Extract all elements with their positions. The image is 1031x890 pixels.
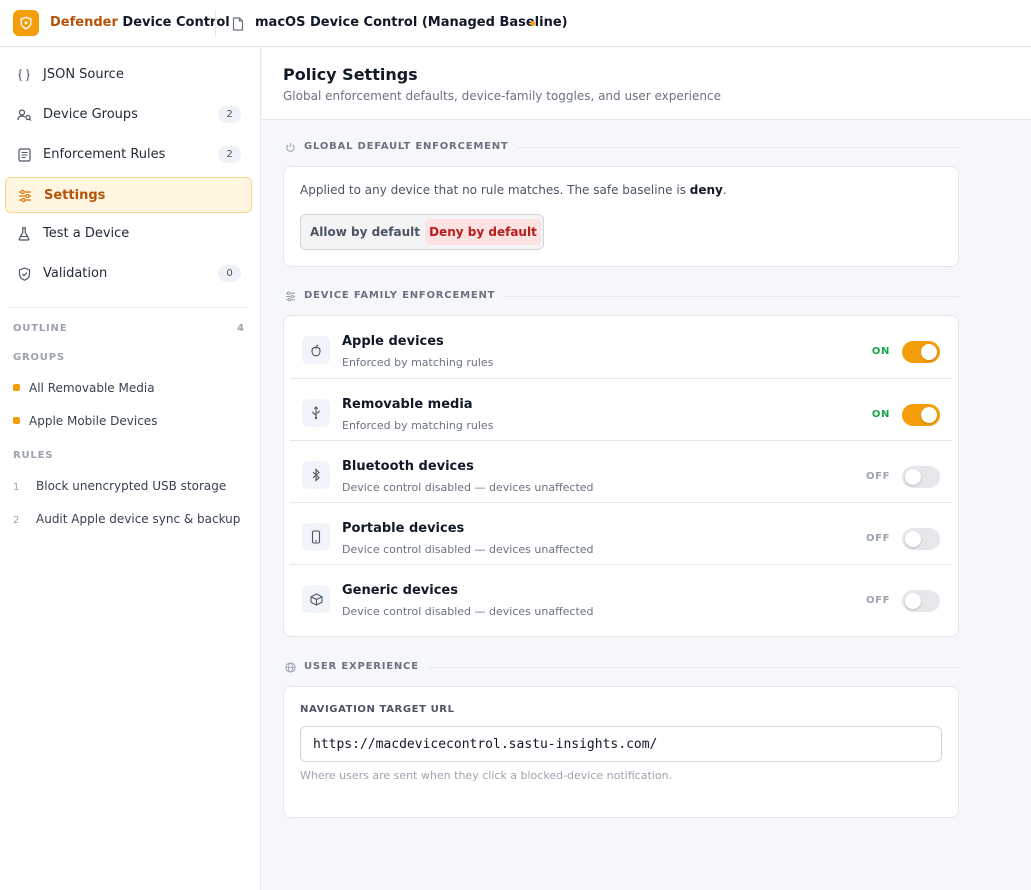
count-badge: 0: [218, 265, 241, 282]
top-bar: Defender Device Control macOS Device Con…: [0, 0, 1031, 47]
apple-icon: [302, 336, 330, 364]
app-brand: Defender Device Control: [50, 15, 230, 30]
outline-heading: OUTLINE: [13, 323, 68, 334]
flask-icon: [16, 226, 32, 242]
outline-group-item[interactable]: All Removable Media: [13, 381, 155, 395]
section-rule: [483, 147, 959, 148]
sidebar: JSON Source Device Groups 2 Enforcement …: [0, 48, 261, 890]
bluetooth-devices-toggle[interactable]: [902, 466, 940, 488]
sidebar-item-enforcement-rules[interactable]: Enforcement Rules 2: [5, 137, 252, 173]
phone-icon: [302, 523, 330, 551]
navigation-url-input[interactable]: [300, 726, 942, 762]
outline-group-item[interactable]: Apple Mobile Devices: [13, 414, 157, 428]
users-search-icon: [16, 107, 32, 123]
global-section-heading: GLOBAL DEFAULT ENFORCEMENT: [283, 140, 959, 154]
usb-icon: [302, 399, 330, 427]
sidebar-item-device-groups[interactable]: Device Groups 2: [5, 97, 252, 133]
section-rule: [490, 296, 959, 297]
power-icon: [283, 140, 297, 154]
apple-devices-toggle[interactable]: [902, 341, 940, 363]
sidebar-item-label: Test a Device: [43, 226, 130, 241]
toggle-knob: [905, 593, 921, 609]
ux-section-heading: USER EXPERIENCE: [283, 660, 959, 674]
default-enforcement-toggle: Allow by default Deny by default: [300, 214, 544, 250]
toggle-knob: [905, 531, 921, 547]
deny-by-default-button[interactable]: Deny by default: [425, 219, 541, 245]
outline-rule-item[interactable]: 1 Block unencrypted USB storage: [13, 479, 226, 493]
global-enforcement-card: Applied to any device that no rule match…: [283, 166, 959, 267]
family-row-portable: Portable devices Device control disabled…: [290, 502, 952, 564]
sidebar-item-label: Settings: [44, 188, 106, 203]
family-row-apple: Apple devices Enforced by matching rules…: [290, 316, 952, 378]
sidebar-divider: [8, 307, 248, 308]
family-name: Generic devices: [342, 583, 458, 598]
bluetooth-icon: [302, 461, 330, 489]
group-dot: [13, 384, 20, 391]
group-dot: [13, 417, 20, 424]
family-name: Removable media: [342, 397, 473, 412]
toggle-knob: [905, 469, 921, 485]
family-row-bluetooth: Bluetooth devices Device control disable…: [290, 440, 952, 502]
document-icon: [232, 16, 244, 35]
policy-title: macOS Device Control (Managed Baseline): [255, 15, 568, 30]
generic-devices-toggle[interactable]: [902, 590, 940, 612]
sidebar-item-label: Enforcement Rules: [43, 147, 166, 162]
globe-icon: [283, 660, 297, 674]
toggle-knob: [921, 344, 937, 360]
toggle-state-label: OFF: [866, 595, 890, 606]
rules-heading: RULES: [13, 450, 54, 461]
sidebar-item-validation[interactable]: Validation 0: [5, 256, 252, 292]
sidebar-item-label: JSON Source: [43, 67, 124, 82]
toggle-knob: [921, 407, 937, 423]
families-section-heading: DEVICE FAMILY ENFORCEMENT: [283, 289, 959, 303]
global-description: Applied to any device that no rule match…: [300, 183, 727, 197]
removable-media-toggle[interactable]: [902, 404, 940, 426]
page-subtitle: Global enforcement defaults, device-fami…: [283, 89, 721, 103]
sidebar-item-label: Validation: [43, 266, 108, 281]
shield-logo-icon: [13, 10, 39, 36]
section-rule: [413, 667, 959, 668]
sidebar-item-settings[interactable]: Settings: [5, 177, 252, 213]
family-row-generic: Generic devices Device control disabled …: [290, 564, 952, 626]
url-field-label: NAVIGATION TARGET URL: [300, 704, 455, 715]
toggle-state-label: ON: [871, 409, 890, 420]
family-name: Apple devices: [342, 334, 444, 349]
sliders-icon: [283, 289, 297, 303]
family-row-removable-media: Removable media Enforced by matching rul…: [290, 378, 952, 440]
groups-heading: GROUPS: [13, 352, 65, 363]
sliders-icon: [17, 188, 33, 204]
toggle-state-label: OFF: [866, 471, 890, 482]
box-icon: [302, 585, 330, 613]
family-description: Enforced by matching rules: [342, 356, 494, 369]
family-description: Device control disabled — devices unaffe…: [342, 543, 594, 556]
sidebar-item-json-source[interactable]: JSON Source: [5, 57, 252, 93]
unsaved-indicator: [530, 21, 535, 26]
count-badge: 2: [218, 146, 241, 163]
family-description: Device control disabled — devices unaffe…: [342, 605, 594, 618]
outline-rule-item[interactable]: 2 Audit Apple device sync & backup: [13, 512, 240, 526]
family-description: Enforced by matching rules: [342, 419, 494, 432]
family-name: Portable devices: [342, 521, 465, 536]
braces-icon: [16, 67, 32, 83]
sidebar-item-label: Device Groups: [43, 107, 138, 122]
toggle-state-label: ON: [871, 346, 890, 357]
sidebar-item-test-a-device[interactable]: Test a Device: [5, 216, 252, 252]
portable-devices-toggle[interactable]: [902, 528, 940, 550]
page-title: Policy Settings: [283, 65, 418, 84]
outline-count: 4: [237, 323, 244, 334]
count-badge: 2: [218, 106, 241, 123]
allow-by-default-button[interactable]: Allow by default: [305, 219, 425, 245]
family-name: Bluetooth devices: [342, 459, 474, 474]
user-experience-card: NAVIGATION TARGET URL Where users are se…: [283, 686, 959, 818]
list-doc-icon: [16, 147, 32, 163]
family-description: Device control disabled — devices unaffe…: [342, 481, 594, 494]
url-help-text: Where users are sent when they click a b…: [300, 769, 673, 782]
shield-check-icon: [16, 266, 32, 282]
header-divider: [215, 10, 216, 37]
main-header: Policy Settings Global enforcement defau…: [262, 48, 1031, 120]
toggle-state-label: OFF: [866, 533, 890, 544]
device-family-card: Apple devices Enforced by matching rules…: [283, 315, 959, 637]
